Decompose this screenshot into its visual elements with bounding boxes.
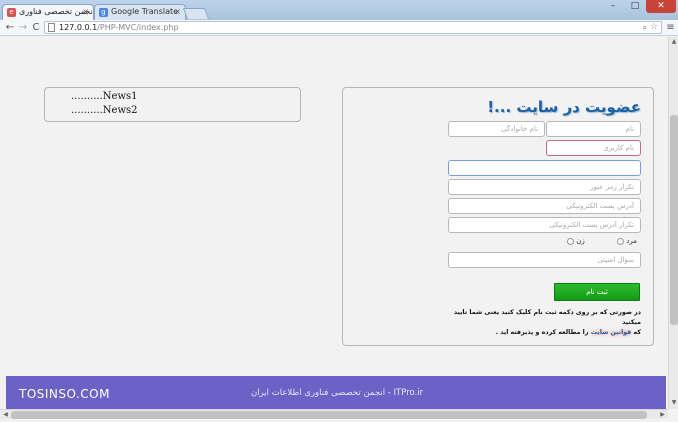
- email-input[interactable]: [448, 198, 641, 214]
- news-item[interactable]: ..........News2: [71, 105, 138, 116]
- tab-title: Google Translate: [111, 7, 179, 16]
- scroll-down-icon[interactable]: ▼: [670, 399, 678, 408]
- gender-female-radio[interactable]: [567, 237, 574, 245]
- terms-notice: در صورتی که بر روی دکمه ثبت نام کلیک کنی…: [443, 308, 641, 338]
- footer-brand: TOSINSO.COM: [19, 387, 110, 401]
- email-repeat-input[interactable]: [448, 217, 641, 233]
- site-favicon-icon: e: [7, 8, 16, 17]
- reload-icon[interactable]: C: [30, 21, 42, 34]
- browser-menu-icon[interactable]: ≡: [665, 22, 676, 33]
- back-arrow-icon[interactable]: ←: [4, 21, 16, 34]
- terms-prefix: که: [633, 329, 641, 336]
- terms-link[interactable]: قوانین سایت: [591, 329, 632, 336]
- scroll-right-icon[interactable]: ▶: [658, 411, 667, 419]
- window-maximize-button[interactable]: □: [624, 0, 646, 13]
- bookmark-star-icon[interactable]: ☆: [650, 22, 658, 33]
- tab-google-translate[interactable]: g Google Translate ×: [94, 4, 186, 20]
- tab-close-icon[interactable]: ×: [174, 5, 181, 19]
- password-repeat-input[interactable]: [448, 179, 641, 195]
- address-path: /PHP-MVC/index.php: [97, 23, 179, 32]
- page-viewport: ..........News1 ..........News2 عضویت در…: [0, 37, 668, 409]
- gender-male-radio[interactable]: [617, 237, 624, 245]
- footer-site-text: ITPro.ir - انجمن تخصصی فناوری اطلاعات ای…: [251, 388, 424, 398]
- vertical-scroll-thumb[interactable]: [670, 115, 678, 325]
- vertical-scrollbar[interactable]: ▲ ▼: [668, 37, 678, 409]
- news-panel: ..........News1 ..........News2: [44, 87, 301, 122]
- last-name-input[interactable]: [448, 121, 545, 137]
- scroll-up-icon[interactable]: ▲: [670, 38, 678, 47]
- address-bar[interactable]: 127.0.0.1/PHP-MVC/index.php ⌕ ☆: [44, 21, 662, 34]
- security-question-input[interactable]: [448, 252, 641, 268]
- gender-female-label: زن: [576, 237, 585, 245]
- news-item[interactable]: ..........News1: [71, 91, 138, 102]
- tab-close-icon[interactable]: ×: [82, 5, 89, 19]
- browser-toolbar: ← → C 127.0.0.1/PHP-MVC/index.php ⌕ ☆ ≡: [0, 20, 678, 36]
- terms-line: در صورتی که بر روی دکمه ثبت نام کلیک کنی…: [453, 309, 641, 326]
- new-tab-button[interactable]: [182, 8, 210, 19]
- horizontal-scroll-thumb[interactable]: [11, 411, 647, 419]
- forward-arrow-icon[interactable]: →: [17, 21, 29, 34]
- address-host: 127.0.0.1: [59, 23, 98, 32]
- page-icon: [48, 23, 55, 32]
- register-submit-button[interactable]: ثبت نام: [554, 283, 640, 301]
- tab-itpro[interactable]: e انجمن تخصصی فناوری ×: [2, 4, 94, 20]
- zoom-icon[interactable]: ⌕: [643, 22, 647, 33]
- gender-male-option[interactable]: مرد: [607, 237, 637, 245]
- first-name-input[interactable]: [546, 121, 641, 137]
- google-translate-favicon-icon: g: [99, 8, 108, 17]
- registration-panel: عضویت در سایت ...! مرد زن ثبت نام در صور…: [342, 87, 654, 346]
- password-input[interactable]: [448, 160, 641, 176]
- window-close-button[interactable]: ✕: [646, 0, 676, 13]
- window-minimize-button[interactable]: –: [602, 0, 624, 13]
- horizontal-scrollbar[interactable]: ◀ ▶: [0, 409, 668, 419]
- site-footer: TOSINSO.COM ITPro.ir - انجمن تخصصی فناور…: [6, 376, 666, 409]
- registration-title: عضویت در سایت ...!: [487, 98, 641, 116]
- gender-female-option[interactable]: زن: [557, 237, 585, 245]
- gender-male-label: مرد: [626, 237, 637, 245]
- terms-suffix: را مطالعه کرده و پذیرفته اید .: [495, 329, 589, 336]
- scroll-left-icon[interactable]: ◀: [1, 411, 10, 419]
- username-input[interactable]: [546, 140, 641, 156]
- tab-strip: e انجمن تخصصی فناوری × g Google Translat…: [0, 0, 678, 20]
